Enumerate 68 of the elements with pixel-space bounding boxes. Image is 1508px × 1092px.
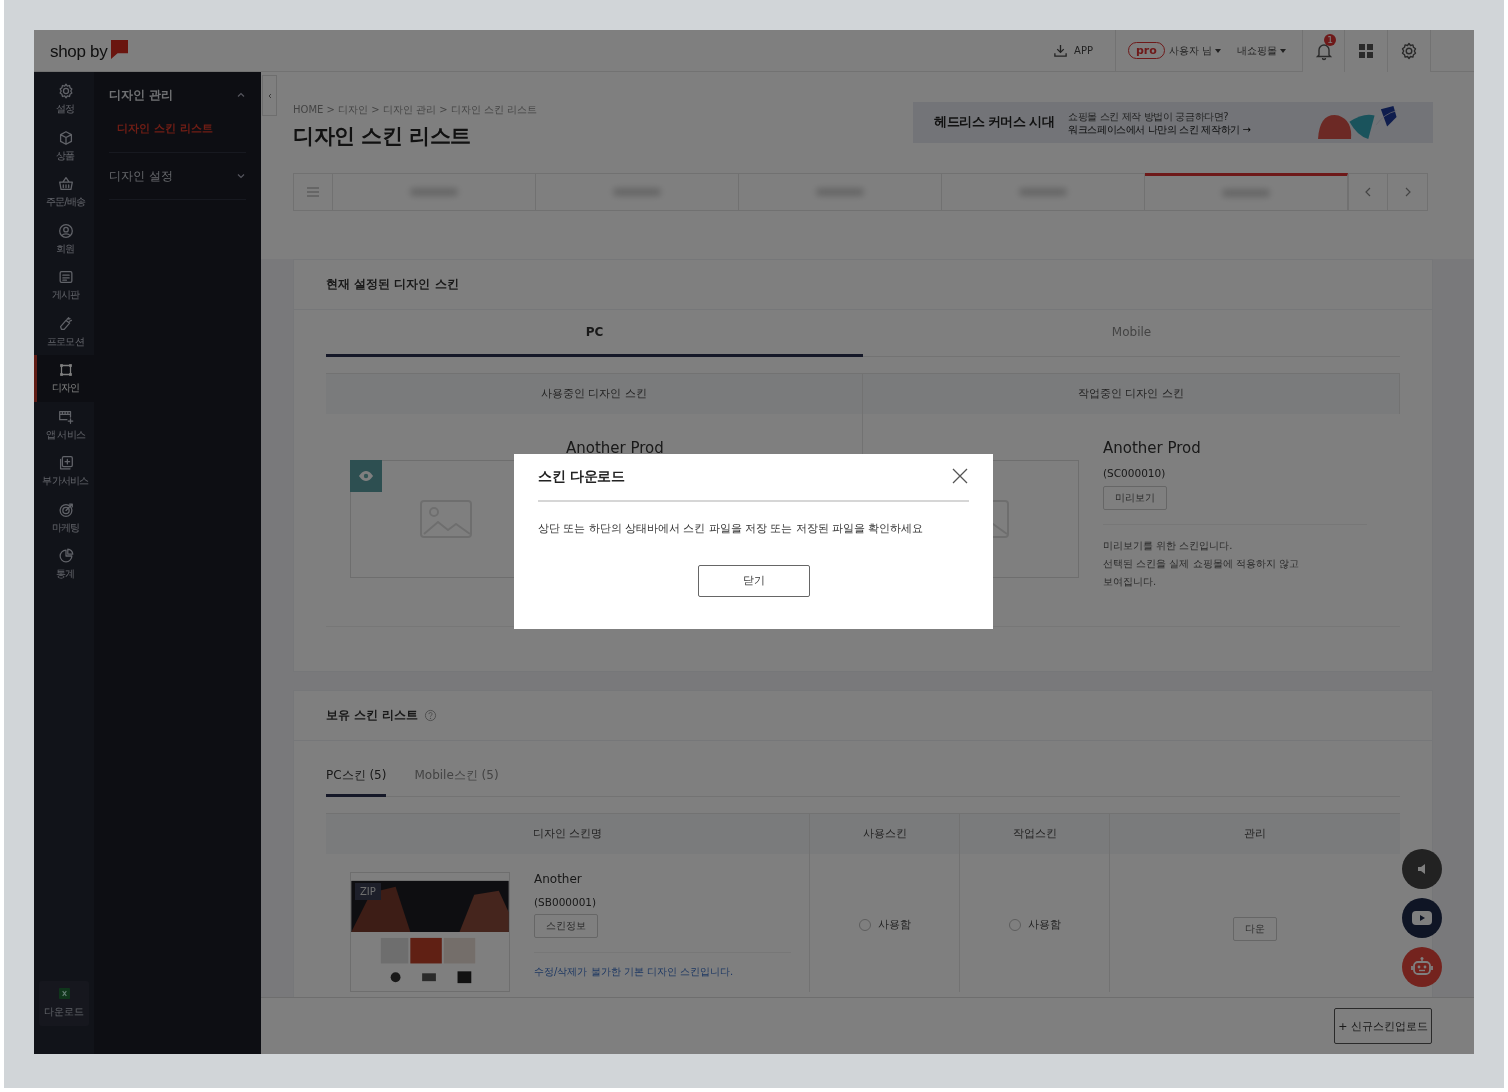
nav-item[interactable]: 통계	[34, 541, 94, 588]
apps-button[interactable]	[1345, 30, 1388, 72]
notification-count: 1	[1324, 33, 1336, 46]
app-download-link[interactable]: APP	[1053, 43, 1093, 58]
nav-item[interactable]: 주문/배송	[34, 169, 94, 216]
menu-button[interactable]	[293, 173, 333, 211]
tab[interactable]: PC	[326, 310, 863, 357]
description-text: 미리보기를 위한 스킨입니다. 선택된 스킨을 실제 쇼핑몰에 적용하지 않고 보여집니다.	[1103, 524, 1367, 591]
eye-icon	[358, 468, 374, 484]
dialog-title: 스킨 다운로드	[538, 468, 625, 486]
nav-item[interactable]: 게시판	[34, 262, 94, 309]
logo[interactable]: shop by	[34, 39, 129, 62]
column-header: 작업스킨	[960, 814, 1110, 854]
column-header: 사용스킨	[810, 814, 960, 854]
download-button[interactable]: 다운로드	[39, 981, 89, 1026]
chevron-icon	[236, 171, 246, 181]
settings-icon	[1399, 40, 1419, 61]
spreadsheet-icon	[58, 988, 70, 999]
preview-button[interactable]: 미리보기	[1103, 486, 1167, 510]
column-header: 작업중인 디자인 스킨	[863, 374, 1400, 414]
column-header: 디자인 스킨명	[326, 814, 810, 854]
skin-code: (SC000010)	[1103, 467, 1167, 479]
zip-badge: ZIP	[355, 883, 381, 900]
tab[interactable]: Mobile스킨 (5)	[414, 757, 499, 797]
notice-text: 수정/삭제가 불가한 기본 디자인 스킨입니다.	[534, 952, 791, 979]
menu-group[interactable]: 디자인 관리	[109, 72, 246, 118]
menu-group[interactable]: 디자인 설정	[109, 153, 246, 199]
mall-menu[interactable]: 내쇼핑몰	[1237, 43, 1286, 58]
nav-item[interactable]: 프로모션	[34, 308, 94, 355]
close-button[interactable]	[951, 468, 969, 486]
nav-item[interactable]: 설정	[34, 76, 94, 123]
skin-code: (SB000001)	[534, 896, 598, 908]
chevron-icon	[236, 90, 246, 100]
skin-name: Another Prod	[566, 439, 664, 457]
nav-item[interactable]: 마케팅	[34, 494, 94, 541]
tab[interactable]: PC스킨 (5)	[326, 757, 387, 797]
skin-name: Another	[534, 872, 583, 886]
nav-item[interactable]: 상품	[34, 122, 94, 169]
column-header: 사용중인 디자인 스킨	[326, 374, 863, 414]
page-tab[interactable]	[1145, 173, 1348, 211]
column-header: 관리	[1110, 814, 1400, 854]
radio-option[interactable]: 사용함	[858, 918, 911, 932]
collapse-button[interactable]	[262, 75, 277, 116]
previous-button[interactable]	[1348, 173, 1388, 211]
skin-name: Another Prod	[1103, 439, 1202, 457]
close-dialog-button[interactable]: 닫기	[697, 565, 810, 597]
close-icon	[952, 468, 968, 484]
nav-item[interactable]: 디자인	[34, 355, 94, 402]
dialog-message: 상단 또는 하단의 상태바에서 스킨 파일을 저장 또는 저장된 파일을 확인하세요	[538, 522, 925, 536]
user-menu[interactable]: 사용자 님	[1168, 43, 1221, 58]
page-title: 디자인 스킨 리스트	[293, 123, 472, 150]
notification-button[interactable]: 1	[1302, 30, 1345, 72]
download-button[interactable]: 다운	[1233, 916, 1277, 941]
tab[interactable]: Mobile	[863, 310, 1400, 357]
section-title: 현재 설정된 디자인 스킨	[294, 260, 1432, 310]
nav-item[interactable]: 부가서비스	[34, 448, 94, 495]
next-button[interactable]	[1388, 173, 1428, 211]
nav-item[interactable]: 회원	[34, 215, 94, 262]
settings-button[interactable]	[1388, 30, 1431, 72]
menu-icon	[305, 184, 321, 200]
skin-info-button[interactable]: 스킨정보	[534, 914, 598, 938]
help-icon[interactable]	[424, 709, 438, 722]
promo-banner[interactable]: 헤드리스 커머스 시대 쇼핑몰 스킨 제작 방법이 궁금하다면? 워크스페이스에서 나만의 스킨 제작하기 →	[913, 102, 1433, 143]
person-icon	[56, 221, 75, 240]
download-icon	[1053, 43, 1069, 58]
radio-option[interactable]: 사용함	[1008, 918, 1061, 932]
upload-button[interactable]: + 신규스킨업로드	[1334, 1008, 1432, 1044]
section-title: 보유 스킨 리스트	[326, 707, 419, 724]
